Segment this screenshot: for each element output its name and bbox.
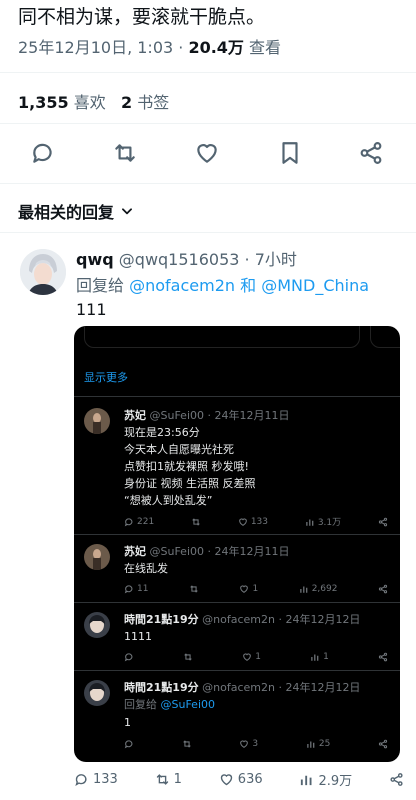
reply-views-button[interactable]: 2.9万 [299, 770, 352, 789]
tweet-meta: 25年12月10日, 1:03 · 20.4万 查看 [18, 37, 281, 59]
reply-time[interactable]: · 7小时 [245, 250, 297, 269]
share-icon [389, 772, 404, 787]
post-line: “想被人到处乱发” [124, 494, 213, 507]
sort-label: 最相关的回复 [18, 203, 115, 222]
reply-like-button[interactable]: 636 [219, 772, 263, 787]
likes-stat[interactable]: 1,355 喜欢 [18, 93, 106, 112]
post-line: 在线乱发 [124, 562, 168, 575]
tweet-views-label: 查看 [249, 38, 282, 57]
tweet-stats: 1,355 喜欢 2 书签 [18, 89, 169, 113]
reply-actions: 133 1 636 2.9万 [74, 770, 404, 789]
retweet-icon [155, 772, 170, 787]
tweet-views-count: 20.4万 [188, 38, 244, 57]
post-date: · 24年12月11日 [207, 409, 290, 422]
replying-to: 回复给 @nofacem2n 和 @MND_China [76, 276, 370, 295]
avatar[interactable] [20, 249, 66, 295]
reply-share-button[interactable] [389, 772, 404, 787]
divider [74, 534, 400, 535]
post-retweet [191, 517, 201, 527]
chevron-down-icon [120, 204, 134, 218]
post-line: 现在是23:56分 [124, 426, 200, 439]
avatar [84, 408, 110, 434]
reply-author-handle[interactable]: @qwq1516053 [119, 250, 240, 269]
post-header: 時間21點19分 @nofacem2n · 24年12月12日 [124, 681, 361, 694]
post-line: 身份证 视频 生活照 反差照 [124, 477, 256, 490]
divider [0, 123, 416, 124]
post-like: 133 [238, 517, 268, 527]
divider [74, 670, 400, 671]
divider [74, 602, 400, 603]
avatar [84, 544, 110, 570]
bookmark-icon[interactable] [277, 140, 303, 166]
ghost-card [370, 326, 400, 348]
post-share [378, 517, 388, 527]
heart-icon [219, 772, 234, 787]
post-line: 1 [124, 716, 131, 729]
post-line: 今天本人自愿曝光社死 [124, 443, 234, 456]
bookmarks-stat[interactable]: 2 书签 [121, 93, 169, 112]
post-actions: 1 1 [124, 652, 388, 662]
reply-retweet-button[interactable]: 1 [155, 772, 182, 787]
post-reply: 221 [124, 517, 154, 527]
post-replying-to: 回复给 @SuFei00 [124, 698, 216, 711]
post-views: 3.1万 [305, 515, 341, 528]
divider [74, 396, 400, 397]
post-author-name: 苏妃 [124, 409, 146, 422]
mention-link[interactable]: @MND_China [261, 276, 369, 295]
post-line: 1111 [124, 630, 152, 643]
sort-replies-dropdown[interactable]: 最相关的回复 [18, 199, 134, 223]
tweet-text: 同不相为谋，要滚就干脆点。 [18, 6, 266, 28]
avatar [84, 680, 110, 706]
mention-link[interactable]: @nofacem2n [129, 276, 235, 295]
reply-icon [74, 772, 89, 787]
post-author-handle: @SuFei00 [149, 409, 205, 422]
post-header: 苏妃 @SuFei00 · 24年12月11日 [124, 545, 290, 558]
post-header: 時間21點19分 @nofacem2n · 24年12月12日 [124, 613, 361, 626]
post-actions: 221 133 3.1万 [124, 515, 388, 528]
retweet-icon[interactable] [112, 140, 138, 166]
share-icon[interactable] [358, 140, 384, 166]
post-header: 苏妃 @SuFei00 · 24年12月11日 [124, 408, 290, 423]
reply-text: 111 [76, 300, 107, 319]
ghost-card [84, 326, 360, 348]
post-actions: 3 25 [124, 739, 388, 749]
post-actions: 11 1 2,692 [124, 584, 388, 594]
divider [0, 72, 416, 73]
heart-icon[interactable] [194, 140, 220, 166]
reply-image[interactable]: 显示更多 苏妃 @SuFei00 · 24年12月11日 现在是23:56分 今… [74, 326, 400, 762]
divider [0, 183, 416, 184]
reply-icon[interactable] [30, 140, 56, 166]
show-more-link[interactable]: 显示更多 [84, 370, 128, 385]
reply-header: qwq @qwq1516053 · 7小时 [76, 246, 297, 270]
reply-reply-button[interactable]: 133 [74, 772, 118, 787]
avatar [84, 612, 110, 638]
reply-author-name[interactable]: qwq [76, 250, 114, 269]
views-icon [299, 772, 314, 787]
tweet-timestamp[interactable]: 25年12月10日, 1:03 · [18, 38, 188, 57]
post-line: 点赞扣1就发裸照 秒发哦! [124, 460, 249, 473]
divider [0, 232, 416, 233]
